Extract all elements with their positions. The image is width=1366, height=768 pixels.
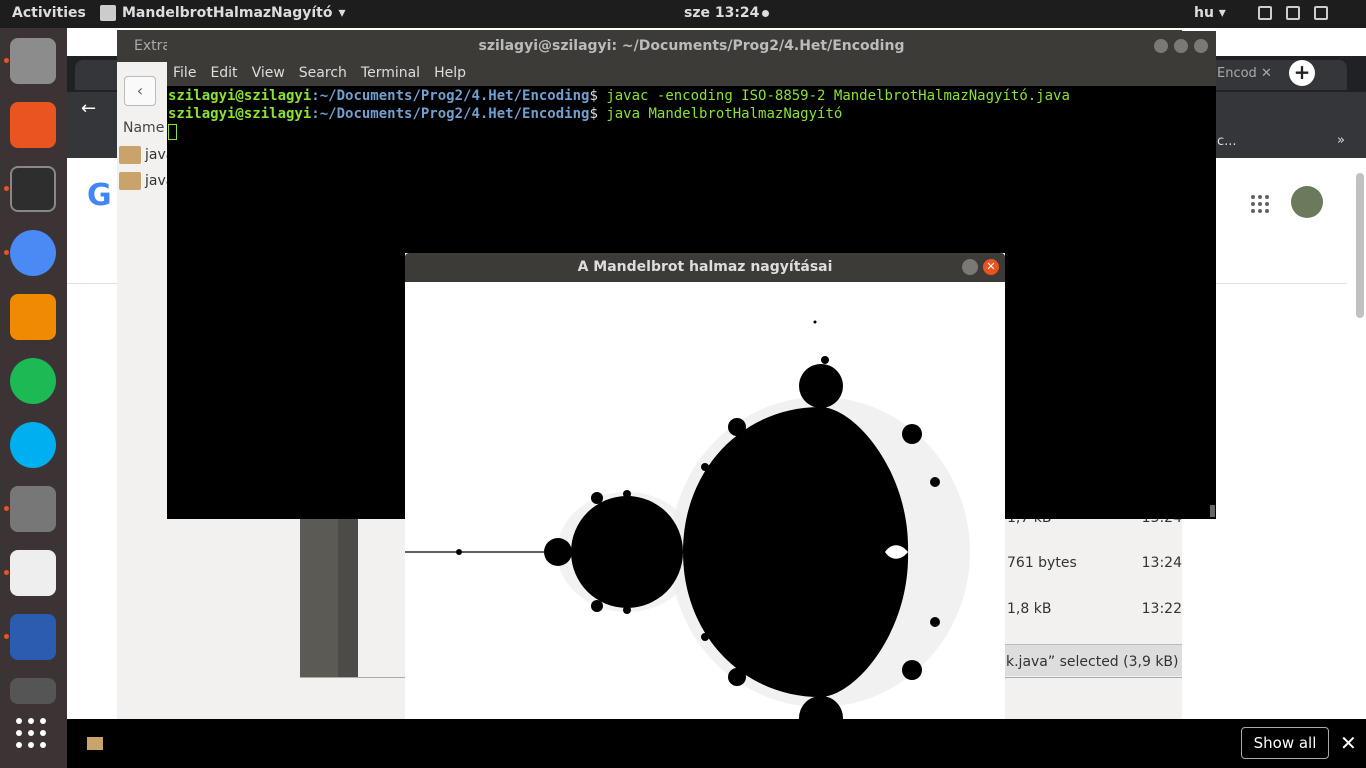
menu-file[interactable]: File <box>173 65 196 82</box>
tab-label: Encod <box>1217 66 1257 81</box>
dock <box>0 28 67 768</box>
bookmarks-chevron-icon[interactable]: » <box>1337 133 1345 148</box>
app-menu-label: MandelbrotHalmazNagyító <box>122 5 333 21</box>
selection-status: k.java” selected (3,9 kB) <box>1000 644 1182 676</box>
spotify-icon[interactable] <box>10 358 56 404</box>
vlc-icon[interactable] <box>10 294 56 340</box>
running-indicator <box>4 58 9 63</box>
system-tray[interactable] <box>1258 6 1328 20</box>
network-icon <box>1258 6 1272 20</box>
back-arrow-icon[interactable]: ← <box>81 98 96 119</box>
folder-icon <box>87 737 103 750</box>
folder-icon <box>119 146 141 164</box>
folder-icon <box>119 172 141 190</box>
chrome-icon[interactable] <box>10 230 56 276</box>
files-icon[interactable] <box>10 38 56 84</box>
panel-shade <box>300 518 338 678</box>
new-tab-button[interactable]: + <box>1289 60 1315 86</box>
terminal-line: szilagyi@szilagyi:~/Documents/Prog2/4.He… <box>168 106 843 122</box>
panel-shade <box>338 518 358 678</box>
menu-search[interactable]: Search <box>299 65 347 82</box>
notification-dot-icon <box>762 10 770 17</box>
menu-view[interactable]: View <box>252 65 285 82</box>
clock[interactable]: sze 13:24 <box>684 5 770 21</box>
running-indicator <box>4 570 9 575</box>
apps-grid-icon[interactable] <box>1251 195 1269 213</box>
mandelbrot-window-title: A Mandelbrot halmaz nagyításai <box>405 253 1005 282</box>
show-all-button[interactable]: Show all <box>1241 727 1329 759</box>
menu-help[interactable]: Help <box>434 65 466 82</box>
xampp-icon[interactable] <box>10 614 56 660</box>
mandelbrot-window[interactable]: A Mandelbrot halmaz nagyításai ✕ <box>405 253 1005 768</box>
close-button[interactable] <box>1194 39 1208 53</box>
menu-edit[interactable]: Edit <box>210 65 237 82</box>
running-indicator <box>4 634 9 639</box>
browser-tab-encoding[interactable]: Encod ✕ <box>1207 60 1347 90</box>
pdf-viewer-icon[interactable] <box>10 550 56 596</box>
bookmark-item[interactable]: c... <box>1217 134 1237 149</box>
file-row[interactable]: 1,8 kB 13:22 <box>1007 601 1182 617</box>
menu-terminal[interactable]: Terminal <box>361 65 420 82</box>
close-icon[interactable]: ✕ <box>1340 731 1357 755</box>
minimize-button[interactable] <box>1154 39 1168 53</box>
skype-icon[interactable] <box>10 422 56 468</box>
window-controls <box>1154 39 1208 53</box>
battery-icon <box>1314 6 1328 20</box>
google-logo: G <box>87 178 112 213</box>
running-indicator <box>4 186 9 191</box>
notification-bar: Show all ✕ <box>67 719 1366 768</box>
maximize-button[interactable] <box>1174 39 1188 53</box>
app-menu[interactable]: MandelbrotHalmazNagyító ▾ <box>100 5 346 21</box>
settings-icon[interactable] <box>10 486 56 532</box>
back-button[interactable]: ‹ <box>124 76 156 106</box>
java-icon <box>100 5 116 21</box>
show-applications-icon[interactable] <box>16 718 46 748</box>
running-indicator <box>4 506 9 511</box>
scrollbar[interactable] <box>1210 505 1215 517</box>
terminal-title: szilagyi@szilagyi: ~/Documents/Prog2/4.H… <box>167 31 1216 61</box>
terminal-icon[interactable] <box>10 166 56 212</box>
file-row[interactable]: 761 bytes 13:24 <box>1007 555 1182 571</box>
mandelbrot-canvas[interactable] <box>405 282 1005 768</box>
running-indicator <box>4 250 9 255</box>
minimize-button[interactable] <box>962 259 978 275</box>
activities-button[interactable]: Activities <box>12 5 86 21</box>
terminal-line: szilagyi@szilagyi:~/Documents/Prog2/4.He… <box>168 88 1070 104</box>
software-center-icon[interactable] <box>10 102 56 148</box>
scrollbar[interactable] <box>1356 173 1364 318</box>
avatar[interactable] <box>1291 186 1323 218</box>
top-bar: Activities MandelbrotHalmazNagyító ▾ sze… <box>0 0 1366 28</box>
terminal-cursor <box>168 124 177 140</box>
terminal-menubar: File Edit View Search Terminal Help <box>167 61 1216 86</box>
column-header-name[interactable]: Name <box>123 120 164 136</box>
close-button[interactable]: ✕ <box>983 259 999 275</box>
terminal-output[interactable]: szilagyi@szilagyi:~/Documents/Prog2/4.He… <box>167 86 1216 142</box>
keyboard-layout[interactable]: hu ▾ <box>1194 5 1226 21</box>
scanner-icon[interactable] <box>10 678 56 704</box>
volume-icon <box>1286 6 1300 20</box>
